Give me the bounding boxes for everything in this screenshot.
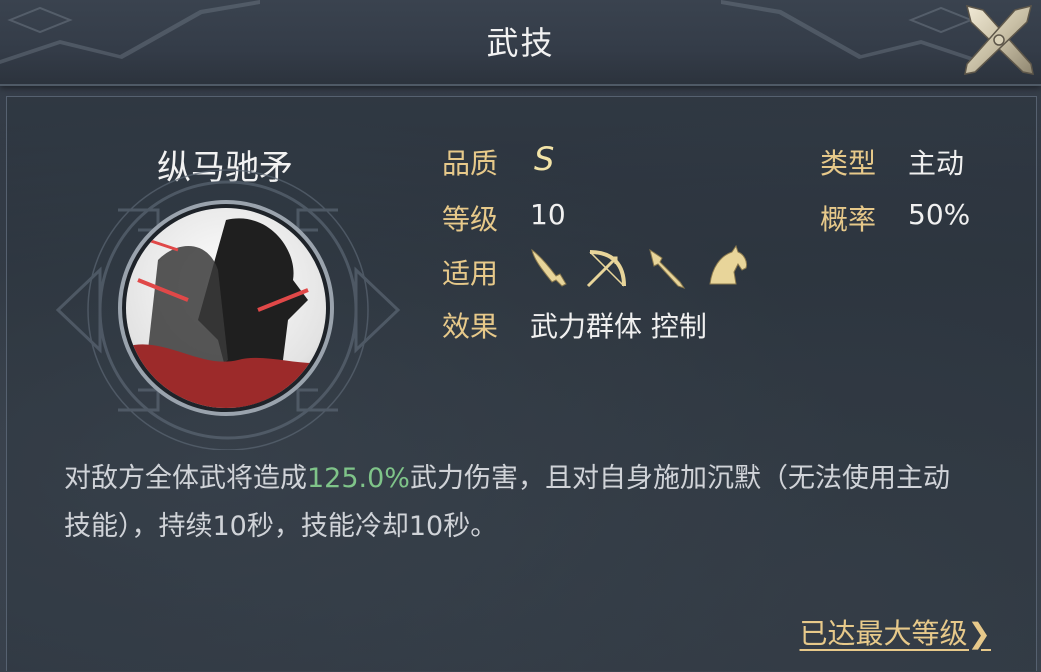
max-level-link[interactable]: 已达最大等级❯ (800, 612, 991, 652)
skill-portrait (118, 200, 334, 416)
type-value: 主动 (908, 147, 965, 180)
header-bar: 武技 (0, 0, 1041, 86)
bow-icon (586, 250, 626, 288)
quality-label: 品质 (442, 147, 499, 180)
max-level-label: 已达最大等级 (799, 617, 968, 650)
description-text: 对敌方全体武将造成 (64, 463, 307, 494)
spear-icon (649, 248, 686, 289)
chevron-right-icon: ❯ (967, 617, 991, 650)
effect-label: 效果 (442, 310, 499, 343)
skill-description: 对敌方全体武将造成125.0%武力伤害，且对自身施加沉默（无法使用主动技能），持… (64, 455, 964, 551)
effect-value: 武力群体 控制 (530, 310, 707, 343)
level-label: 等级 (442, 203, 499, 236)
applicable-label: 适用 (442, 257, 499, 290)
close-button[interactable] (961, 2, 1037, 78)
type-label: 类型 (820, 147, 877, 180)
chance-value: 50% (908, 198, 971, 231)
damage-percent: 125.0% (307, 463, 410, 494)
close-icon (964, 4, 1034, 75)
page-title: 武技 (486, 24, 555, 62)
horse-icon (709, 244, 747, 285)
level-value: 10 (530, 198, 566, 231)
sword-icon (531, 248, 567, 287)
quality-value: S (534, 140, 555, 178)
chance-label: 概率 (820, 203, 877, 236)
